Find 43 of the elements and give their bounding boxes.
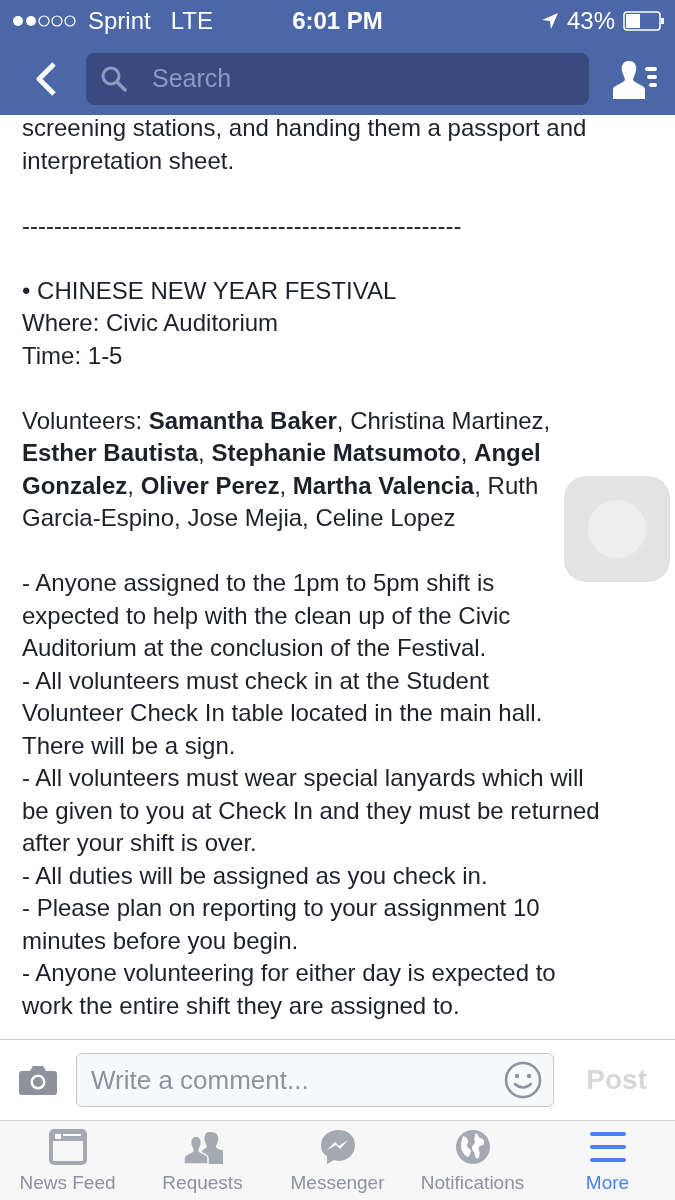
post-text: - All volunteers must check in at the Student [22,665,490,696]
post-text: interpretation sheet. [22,145,236,176]
post-text: Time: 1-5 [22,340,124,371]
post-text: be given to you at Check In and they must be returned [22,795,601,826]
tab-button[interactable]: Messenger [270,1121,405,1200]
post-text: Where: Civic Auditorium [22,308,280,338]
post-text: - All volunteers must wear special lanyards which will [22,763,585,793]
post-text: minutes before you begin. [22,925,300,956]
post-text: Garcia-Espino, Jose Mejia, Celine Lopez [22,503,457,533]
tab-button[interactable]: News Feed [0,1121,135,1200]
post-text: Auditorium at the conclusion of the Festival. [22,633,488,663]
post-text: • CHINESE NEW YEAR FESTIVAL [22,275,398,306]
battery-percent: 43% [566,7,615,35]
tab-button[interactable]: Requests [135,1121,270,1200]
post-text: after your shift is over. [22,828,258,858]
post-text: screening stations, and handing them a passport and [22,115,588,143]
post-text: - Anyone assigned to the 1pm to 5pm shift is [22,568,496,598]
camera-icon[interactable] [16,1063,60,1097]
globe-icon [453,1127,492,1166]
clock-time: 6:01 PM [292,7,383,35]
search-icon [100,64,128,93]
post-text: ------------------------------------------------------- [22,210,463,241]
post-text: Gonzalez, Oliver Perez, Martha Valencia, Ruth [22,470,540,501]
post-text: - Anyone volunteering for either day is expected to [22,958,557,988]
news-feed-icon [48,1127,87,1166]
post-text: work the entire shift they are assigned to. [22,990,461,1021]
post-text: - All duties will be assigned as you check in. [22,860,489,891]
post-text: There will be a sign. [22,730,237,761]
post-text: Esther Bautista, Stephanie Matsumoto, Angel [22,438,542,468]
tab-button[interactable]: Notifications [405,1121,540,1200]
messenger-icon [318,1127,357,1166]
battery-icon [623,11,665,31]
carrier-name: Sprint [88,7,151,35]
network-type: LTE [170,7,213,35]
search-field[interactable]: Search [86,52,589,105]
post-text: Volunteer Check In table located in the main hall. [22,698,544,728]
post-text: expected to help with the clean up of the Civic [22,600,512,631]
emoji-icon[interactable] [504,1061,543,1099]
comment-field[interactable]: Write a comment... [76,1053,555,1107]
post-text: - Please plan on reporting to your assignment 10 [22,893,541,923]
location-arrow-icon [540,12,559,30]
post-text: Volunteers: Samantha Baker, Christina Martinez, [22,405,552,436]
tab-button[interactable]: More [540,1121,675,1200]
